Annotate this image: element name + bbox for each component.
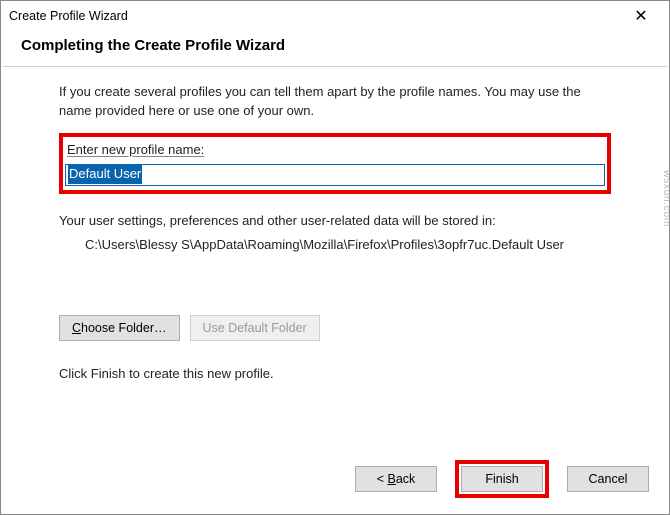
- storage-intro: Your user settings, preferences and othe…: [59, 212, 611, 231]
- wizard-heading: Completing the Create Profile Wizard: [21, 37, 649, 54]
- back-button[interactable]: < Back: [355, 466, 437, 492]
- use-default-folder-button: Use Default Folder: [190, 315, 320, 341]
- content-area: If you create several profiles you can t…: [1, 67, 669, 384]
- finish-button[interactable]: Finish: [461, 466, 543, 492]
- close-icon: ✕: [634, 6, 647, 26]
- intro-text: If you create several profiles you can t…: [59, 83, 611, 121]
- cancel-button[interactable]: Cancel: [567, 466, 649, 492]
- folder-buttons-row: Choose Folder… Use Default Folder: [59, 315, 611, 341]
- profile-name-highlight: Enter new profile name: Default User: [59, 133, 611, 194]
- window-title: Create Profile Wizard: [9, 9, 621, 23]
- profile-name-value: Default User: [68, 165, 142, 184]
- profile-name-input[interactable]: Default User: [65, 164, 605, 186]
- profile-name-label: Enter new profile name:: [65, 139, 605, 164]
- choose-folder-button[interactable]: Choose Folder…: [59, 315, 180, 341]
- finish-hint: Click Finish to create this new profile.: [59, 365, 611, 384]
- wizard-window: Create Profile Wizard ✕ Completing the C…: [0, 0, 670, 515]
- finish-highlight: Finish: [455, 460, 549, 498]
- close-button[interactable]: ✕: [621, 2, 661, 30]
- heading-area: Completing the Create Profile Wizard: [1, 31, 669, 66]
- titlebar: Create Profile Wizard ✕: [1, 1, 669, 31]
- watermark-text: wsxdn.com: [661, 170, 670, 227]
- footer-buttons: < Back Finish Cancel: [355, 460, 649, 498]
- storage-path: C:\Users\Blessy S\AppData\Roaming\Mozill…: [59, 236, 611, 255]
